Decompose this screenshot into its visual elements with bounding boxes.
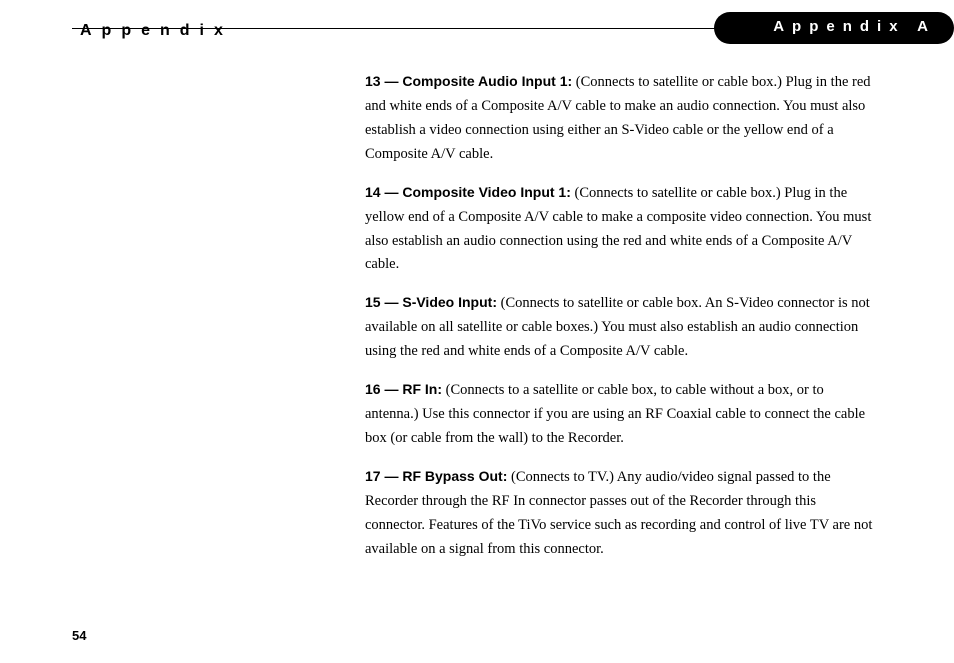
item-13: 13 — Composite Audio Input 1: (Connects …	[365, 70, 874, 167]
page-number: 54	[72, 628, 86, 643]
item-16-label: 16 — RF In:	[365, 381, 442, 397]
header-right-title: Appendix A	[773, 18, 936, 35]
item-14-label: 14 — Composite Video Input 1:	[365, 184, 571, 200]
header-rule	[72, 28, 724, 29]
item-17: 17 — RF Bypass Out: (Connects to TV.) An…	[365, 465, 874, 562]
item-16: 16 — RF In: (Connects to a satellite or …	[365, 378, 874, 451]
page-header: Appendix Appendix A	[0, 0, 954, 44]
content-area: 13 — Composite Audio Input 1: (Connects …	[0, 44, 954, 562]
item-17-label: 17 — RF Bypass Out:	[365, 468, 507, 484]
header-left-title: Appendix	[0, 22, 233, 40]
item-15: 15 — S-Video Input: (Connects to satelli…	[365, 291, 874, 364]
item-13-label: 13 — Composite Audio Input 1:	[365, 73, 572, 89]
item-15-label: 15 — S-Video Input:	[365, 294, 497, 310]
item-14: 14 — Composite Video Input 1: (Connects …	[365, 181, 874, 278]
